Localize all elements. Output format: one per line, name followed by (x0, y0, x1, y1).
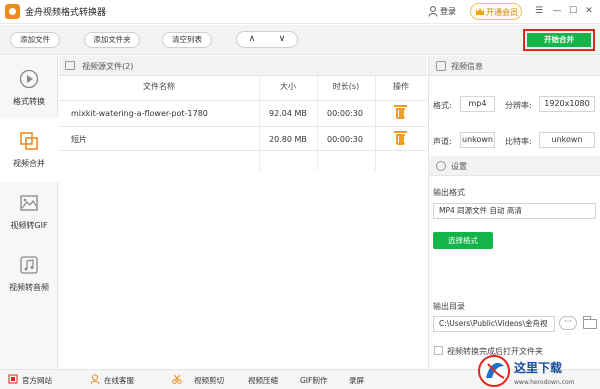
music-icon (20, 256, 38, 274)
file-name: 短片 (71, 135, 87, 144)
file-duration: 00:00:30 (327, 135, 363, 144)
merge-icon (20, 132, 38, 150)
gif-maker-link[interactable]: GIF制作 (300, 375, 327, 386)
column-header-size: 大小 (280, 82, 296, 91)
video-info-icon (436, 61, 446, 71)
file-size: 20.80 MB (269, 135, 307, 144)
scissors-icon (172, 374, 182, 384)
gear-icon (436, 161, 446, 171)
sidebar-item-label: 视频转音频 (9, 283, 49, 292)
online-service-link[interactable]: 在线客服 (104, 375, 134, 386)
video-compress-link[interactable]: 视频压缩 (248, 375, 278, 386)
sidebar-item-video-to-gif[interactable]: 视频转GIF (0, 180, 58, 244)
video-info-header: 视频信息 (429, 56, 600, 76)
trash-icon[interactable] (394, 105, 407, 119)
output-format-label: 输出格式 (433, 188, 465, 197)
file-size: 92.04 MB (269, 109, 307, 118)
sidebar-item-label: 视频转GIF (10, 221, 48, 230)
column-header-duration: 时长(s) (332, 82, 360, 91)
bitrate-label: 比特率: (505, 137, 532, 146)
video-info-title: 视频信息 (451, 62, 483, 71)
settings-header: 设置 (429, 156, 600, 176)
sidebar-item-video-merge[interactable]: 视频合并 (0, 118, 58, 182)
menu-icon[interactable]: ☰ (532, 4, 546, 18)
sidebar: 格式转换 视频合并 视频转GIF 视频转音频 (0, 56, 58, 369)
watermark-title: 这里下载 (514, 360, 562, 375)
output-dir-field[interactable]: C:\Users\Public\Videos\金舟视 (433, 316, 555, 332)
site-watermark-logo: 这里下载 www.herodown.com (478, 355, 575, 387)
audio-channel-value: unkown (460, 132, 495, 148)
maximize-icon[interactable]: ☐ (566, 4, 580, 18)
bitrate-value: unkown (539, 132, 595, 148)
image-icon (20, 195, 38, 211)
trash-icon[interactable] (394, 131, 407, 145)
crown-icon (476, 8, 484, 15)
screen-record-link[interactable]: 录屏 (349, 375, 364, 386)
right-panel: 视频信息 格式: mp4 分辨率: 1920x1080 声道: unkown 比… (428, 56, 600, 369)
resolution-value: 1920x1080 (539, 96, 595, 112)
login-link[interactable]: 登录 (440, 6, 456, 17)
home-icon (8, 374, 18, 384)
audio-channel-label: 声道: (433, 137, 452, 146)
format-label: 格式: (433, 101, 452, 110)
open-folder-checkbox[interactable] (434, 346, 443, 355)
resolution-label: 分辨率: (505, 101, 532, 110)
close-icon[interactable]: ✕ (582, 4, 596, 18)
app-logo-icon (5, 4, 20, 19)
play-circle-icon (19, 69, 39, 89)
sidebar-item-label: 视频合并 (13, 159, 45, 168)
sidebar-item-video-to-audio[interactable]: 视频转音频 (0, 242, 58, 306)
folder-icon (65, 61, 75, 70)
vip-label: 开通会员 (486, 8, 518, 17)
move-up-button[interactable]: ∧ (237, 32, 267, 47)
toolbar: 添加文件 添加文件夹 清空列表 ∧ ∨ (0, 25, 600, 55)
select-format-button[interactable]: 选择格式 (433, 232, 493, 249)
file-name: mixkit-watering-a-flower-pot-1780 (71, 109, 208, 118)
user-icon[interactable] (428, 6, 438, 17)
move-down-button[interactable]: ∨ (267, 32, 297, 47)
file-list-panel: 视频源文件(2) 文件名称 大小 时长(s) 操作 mixkit-waterin… (59, 56, 427, 369)
add-folder-button[interactable]: 添加文件夹 (84, 32, 140, 48)
settings-title: 设置 (451, 162, 467, 171)
app-title: 金舟视频格式转换器 (25, 8, 107, 18)
file-list-title: 视频源文件(2) (82, 62, 134, 71)
official-site-link[interactable]: 官方网站 (22, 375, 52, 386)
output-dir-label: 输出目录 (433, 302, 465, 311)
file-list-header: 视频源文件(2) (59, 56, 427, 76)
start-merge-highlight: 开始合并 (523, 29, 595, 51)
reorder-button-group: ∧ ∨ (236, 31, 298, 48)
sidebar-item-format-convert[interactable]: 格式转换 (0, 56, 58, 120)
clear-list-button[interactable]: 清空列表 (162, 32, 212, 48)
vip-button[interactable]: 开通会员 (470, 3, 522, 20)
table-row[interactable]: mixkit-watering-a-flower-pot-1780 92.04 … (59, 100, 427, 125)
table-row[interactable]: 短片 20.80 MB 00:00:30 (59, 126, 427, 151)
start-merge-button[interactable]: 开始合并 (527, 33, 591, 47)
file-duration: 00:00:30 (327, 109, 363, 118)
open-folder-icon[interactable] (583, 316, 597, 329)
title-bar: 金舟视频格式转换器 登录 开通会员 ☰ — ☐ ✕ (0, 0, 600, 24)
output-format-field[interactable]: MP4 同源文件 自动 高清 (433, 203, 596, 219)
format-value: mp4 (460, 96, 495, 112)
sidebar-item-label: 格式转换 (13, 97, 45, 106)
minimize-icon[interactable]: — (550, 4, 564, 18)
browse-more-button[interactable]: ··· (559, 316, 577, 330)
watermark-url: www.herodown.com (514, 379, 575, 386)
video-cut-link[interactable]: 视频剪切 (194, 375, 224, 386)
column-header-action: 操作 (393, 82, 409, 91)
customer-service-icon (90, 374, 100, 384)
add-file-button[interactable]: 添加文件 (10, 32, 60, 48)
column-header-name: 文件名称 (143, 82, 175, 91)
